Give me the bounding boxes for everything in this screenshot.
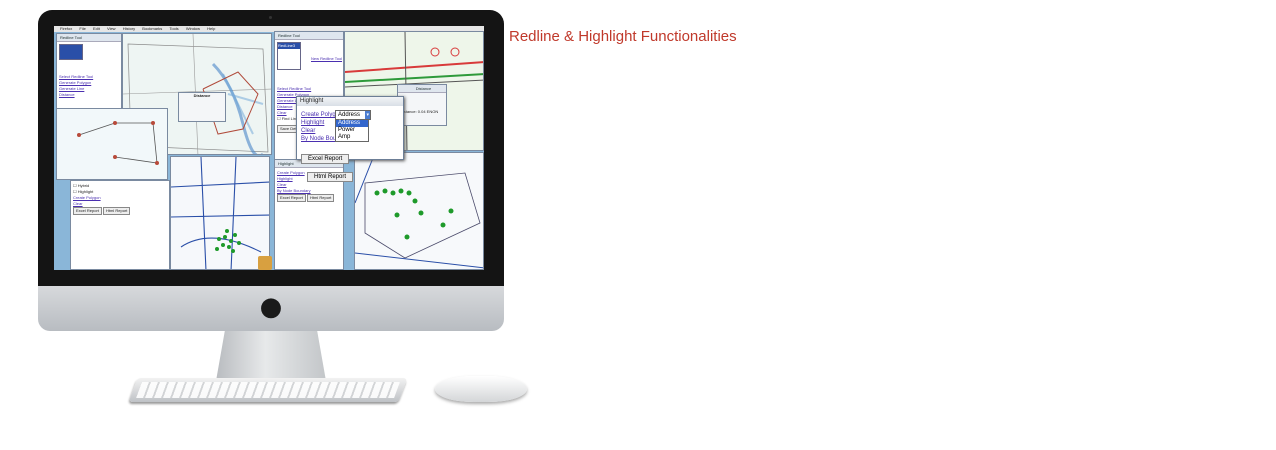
app-window-2: ☐ Hybrid ☐ Highlight Create Polygon Clear … [70,180,170,270]
apple-logo-icon: ● [259,292,283,322]
select-option[interactable]: Amp [336,134,368,141]
menu-item[interactable]: History [123,26,135,31]
camera-icon [269,16,272,19]
select-options: Address Power Amp [335,119,369,142]
menu-item[interactable]: Window [186,26,200,31]
inset-drawing [77,121,159,165]
menu-item[interactable]: Edit [93,26,100,31]
menu-item[interactable]: Firefox [60,26,72,31]
dock-icon[interactable] [258,256,272,270]
redline-list-item[interactable]: RedLine3 [278,43,300,49]
redline-tool-title: Redline Tool [275,32,343,40]
page-headline: Redline & Highlight Functionalities [509,28,737,45]
distance-box: Distance Distance: 0.04 ENON [397,84,447,126]
menu-item[interactable]: View [107,26,116,31]
keyboard [128,378,408,402]
distance-value: Distance: 0.04 ENON [400,109,439,114]
select-option[interactable]: Address [336,120,368,127]
menu-item[interactable]: Bookmarks [142,26,162,31]
menu-item[interactable]: Help [207,26,215,31]
new-redline-link[interactable]: New Redline Tool [311,56,342,62]
screen: Firefox File Edit View History Bookmarks… [54,26,484,270]
window-title: Redline Tool [57,34,121,42]
select-option[interactable]: Power [336,127,368,134]
highlight-title: Highlight [297,97,403,106]
distance-box-small: Distance [178,92,226,122]
html-report-button-small[interactable]: Html Report [307,194,335,202]
excel-report-button[interactable]: Excel Report [301,154,350,164]
menu-item[interactable]: Tools [169,26,178,31]
distance-title: Distance [193,93,211,98]
magic-mouse [435,376,527,402]
distance-box-title: Distance [398,85,446,93]
map-window-2[interactable] [170,156,270,270]
map-canvas-2[interactable] [171,157,270,270]
chevron-down-icon: ▾ [365,111,370,119]
html-report-button[interactable]: Html Report [307,172,354,182]
menu-item[interactable]: File [79,26,85,31]
imac-stand [216,331,326,381]
zoom-inset [56,108,168,180]
excel-report-button-small[interactable]: Excel Report [277,194,306,202]
highlight-popup: Highlight Create Polygon Highlight Clear… [296,96,404,182]
select-value: Address [338,112,361,118]
